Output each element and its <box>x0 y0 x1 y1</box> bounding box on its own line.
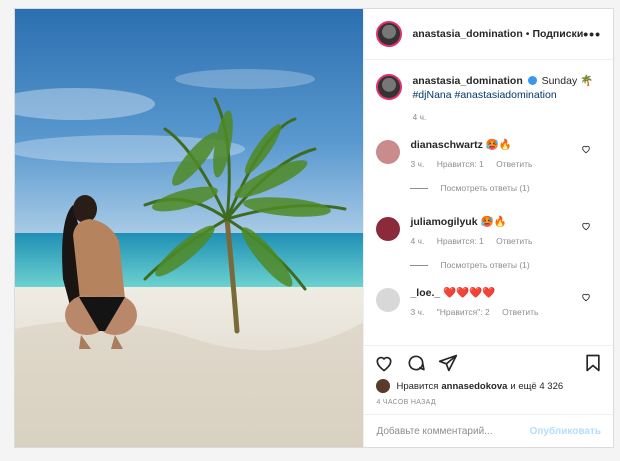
comment-time: 3 ч. <box>410 159 425 169</box>
action-bar <box>364 345 613 380</box>
liker-avatar[interactable] <box>376 379 391 393</box>
comment-text: 🥵🔥 <box>485 139 512 151</box>
instagram-post: anastasia_domination • Подписки ••• anas… <box>14 8 614 448</box>
reply-button[interactable]: Ответить <box>496 236 532 246</box>
replies-divider <box>410 264 429 266</box>
comment-item: _loe._ ❤️❤️❤️❤️ 3 ч. "Нравится": 2 Ответ… <box>364 286 613 317</box>
separator-dot: • <box>525 28 530 40</box>
commenter-avatar[interactable] <box>376 217 401 241</box>
caption-text: Sunday 🌴 <box>541 75 594 87</box>
view-replies-label[interactable]: Посмотреть ответы (1) <box>440 183 529 193</box>
liker-username[interactable]: annasedokova <box>441 381 507 392</box>
comment-likes[interactable]: Нравится: 1 <box>437 236 484 246</box>
comment-item: juliamogilyuk 🥵🔥 4 ч. Нравится: 1 Ответи… <box>364 215 613 246</box>
view-replies-label[interactable]: Посмотреть ответы (1) <box>440 260 529 270</box>
caption-author-avatar[interactable] <box>376 74 403 100</box>
following-button[interactable]: Подписки <box>532 28 583 40</box>
like-comment-heart-icon[interactable] <box>581 221 591 231</box>
comment-likes[interactable]: Нравится: 1 <box>437 159 484 169</box>
comment-time: 3 ч. <box>410 307 425 317</box>
comment-username[interactable]: _loe._ <box>410 287 440 299</box>
commenter-avatar[interactable] <box>376 288 401 312</box>
reply-button[interactable]: Ответить <box>502 307 538 317</box>
comment-input[interactable]: Добавьте комментарий... <box>376 426 529 437</box>
author-username[interactable]: anastasia_domination <box>412 28 522 40</box>
post-photo[interactable] <box>15 9 365 447</box>
like-comment-heart-icon[interactable] <box>581 292 591 302</box>
comment-username[interactable]: dianaschwartz <box>410 139 482 151</box>
caption-time: 4 ч. <box>412 112 427 122</box>
comment-username[interactable]: juliamogilyuk <box>410 216 477 228</box>
add-comment-bar: Добавьте комментарий... Опубликовать <box>364 414 613 448</box>
comment-time: 4 ч. <box>410 236 425 246</box>
author-avatar[interactable] <box>376 21 403 47</box>
view-replies[interactable]: Посмотреть ответы (1) <box>410 260 613 270</box>
caption: anastasia_domination Sunday 🌴 #djNana #a… <box>364 60 613 124</box>
comment-likes[interactable]: "Нравится": 2 <box>437 307 490 317</box>
verified-badge-icon <box>527 76 537 85</box>
post-header: anastasia_domination • Подписки ••• <box>364 9 613 60</box>
post-time-ago: 4 ЧАСОВ НАЗАД <box>376 399 436 406</box>
like-comment-heart-icon[interactable] <box>581 144 591 154</box>
beach-photo <box>15 9 364 447</box>
reply-button[interactable]: Ответить <box>496 159 532 169</box>
share-send-icon[interactable] <box>438 353 458 373</box>
likes-summary: Нравится annasedokova и ещё 4 326 <box>376 379 601 393</box>
commenter-avatar[interactable] <box>376 140 401 164</box>
comment-item: dianaschwartz 🥵🔥 3 ч. Нравится: 1 Ответи… <box>364 138 613 169</box>
caption-username[interactable]: anastasia_domination <box>412 75 522 87</box>
replies-divider <box>410 187 429 189</box>
publish-button[interactable]: Опубликовать <box>530 426 601 437</box>
comment-text: ❤️❤️❤️❤️ <box>443 287 496 299</box>
post-sidebar: anastasia_domination • Подписки ••• anas… <box>364 9 613 447</box>
caption-hashtags[interactable]: #djNana #anastasiadomination <box>412 89 556 101</box>
comment-text: 🥵🔥 <box>480 216 507 228</box>
likes-prefix: Нравится <box>396 380 439 392</box>
view-replies[interactable]: Посмотреть ответы (1) <box>410 183 613 193</box>
bookmark-icon[interactable] <box>583 353 603 373</box>
likes-count[interactable]: и ещё 4 326 <box>510 381 563 392</box>
comment-bubble-icon[interactable] <box>406 353 426 373</box>
like-heart-icon[interactable] <box>374 353 394 373</box>
comments-list[interactable]: anastasia_domination Sunday 🌴 #djNana #a… <box>364 60 613 345</box>
more-options-icon[interactable]: ••• <box>583 26 601 42</box>
